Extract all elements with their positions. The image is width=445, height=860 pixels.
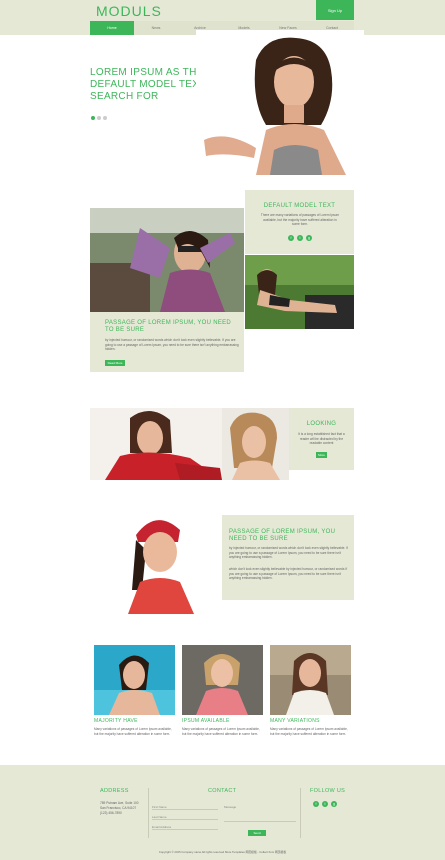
address-line-2: San Francisco, CA 94107	[100, 806, 137, 810]
card-text-1: Many variations of passages of Lorem Ips…	[94, 727, 172, 736]
passage2-text-2: which don't look even slightly believabl…	[229, 567, 348, 581]
signup-button[interactable]: Sign Up	[316, 0, 354, 20]
looking-text: It is a long established fact that a rea…	[298, 432, 345, 446]
card-title-3: Many variations	[270, 718, 320, 724]
card-text-2: Many variations of passages of Lorem Ips…	[182, 727, 260, 736]
card-image-1	[94, 645, 175, 715]
twitter-icon[interactable]: t	[297, 235, 303, 241]
default-model-text: There are many variations of passages of…	[260, 213, 340, 227]
google-plus-icon[interactable]: g	[306, 235, 312, 241]
read-more-button[interactable]: Read More	[105, 360, 125, 366]
footer-divider-left	[148, 788, 149, 838]
hero-model-image	[196, 30, 364, 175]
message-field[interactable]: Message	[224, 804, 296, 822]
card-image-3	[270, 645, 351, 715]
email-field[interactable]: Email Address	[152, 824, 218, 830]
footer-divider-right	[300, 788, 301, 838]
nav-item-home[interactable]: Home	[90, 21, 134, 35]
nav-item-news[interactable]: News	[134, 21, 178, 35]
footer-twitter-icon[interactable]: t	[322, 801, 328, 807]
slider-dot-2[interactable]	[97, 116, 101, 120]
card-title-2: Ipsum available	[182, 718, 230, 724]
model-red-hat-image	[118, 510, 200, 614]
card-image-2	[182, 645, 263, 715]
card-text-3: Many variations of passages of Lorem Ips…	[270, 727, 348, 736]
facebook-icon[interactable]: f	[288, 235, 294, 241]
footer-google-plus-icon[interactable]: g	[331, 801, 337, 807]
copyright-text: Copyright © 2015 Company name All rights…	[158, 850, 287, 854]
passage2-text-1: by injected humour, or randomised words …	[229, 546, 348, 560]
default-model-title: Default model text	[263, 203, 336, 209]
card-title-1: Majority have	[94, 718, 138, 724]
address-line-1: 789 Putnam Ave, Suite 100	[100, 801, 139, 805]
address-line-3: (123) 456-7890	[100, 811, 122, 815]
slider-dot-1[interactable]	[91, 116, 95, 120]
site-logo[interactable]: MODULS	[96, 3, 162, 19]
first-name-field[interactable]: First Name	[152, 804, 218, 810]
last-name-field[interactable]: Last Name	[152, 814, 218, 820]
passage-title: Passage of Lorem Ipsum, you need to be s…	[105, 320, 232, 333]
model-lying-image	[245, 255, 354, 329]
follow-title: Follow Us	[310, 788, 346, 794]
contact-title: Contact	[208, 788, 237, 794]
model-red-image	[90, 408, 222, 480]
address-title: Address	[100, 788, 129, 794]
looking-more-button[interactable]: More	[316, 452, 327, 458]
footer-facebook-icon[interactable]: f	[313, 801, 319, 807]
model-sunglasses-image	[90, 208, 244, 312]
model-blonde-image	[222, 408, 289, 480]
site-footer	[0, 765, 445, 860]
passage2-title: Passage of Lorem Ipsum, you need to be s…	[229, 529, 336, 542]
looking-title: Looking	[306, 421, 337, 427]
slider-dot-3[interactable]	[103, 116, 107, 120]
send-button[interactable]: Send	[248, 830, 266, 836]
passage-text: by injected humour, or randomised words …	[105, 338, 239, 352]
